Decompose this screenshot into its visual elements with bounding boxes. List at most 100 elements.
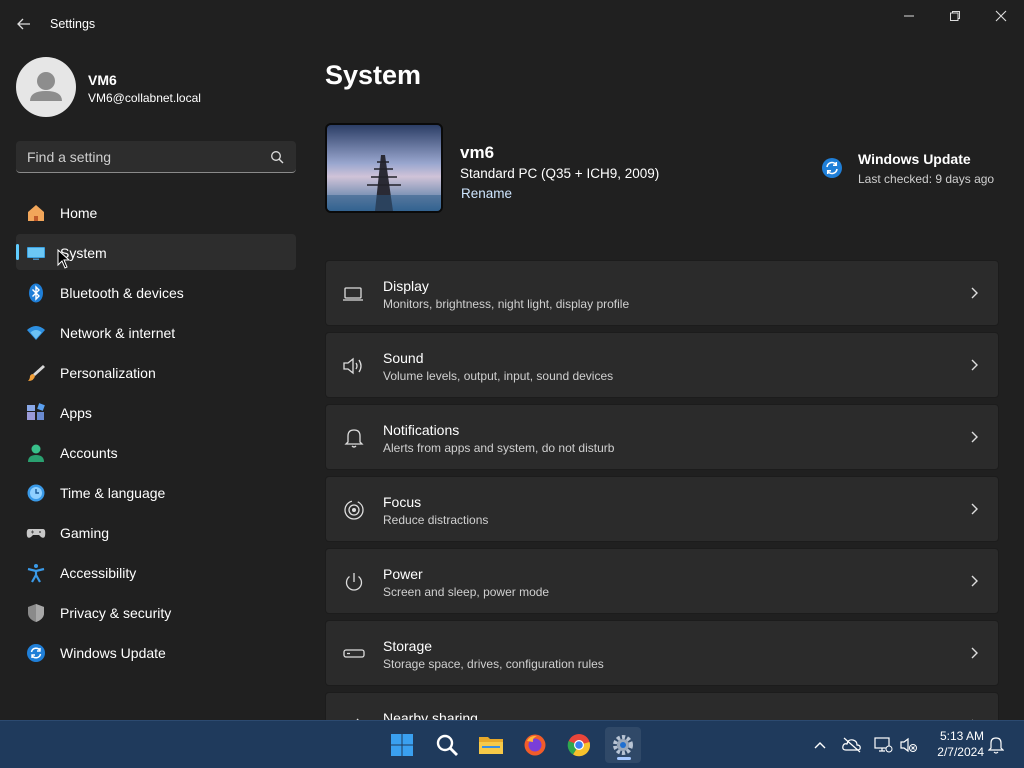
windows-update-status: Last checked: 9 days ago bbox=[858, 172, 995, 186]
bluetooth-icon bbox=[29, 283, 43, 303]
sidebar-item-privacy-security[interactable]: Privacy & security bbox=[16, 594, 296, 630]
avatar[interactable] bbox=[16, 57, 76, 117]
notification-center-button[interactable] bbox=[986, 735, 1006, 755]
home-icon bbox=[28, 205, 44, 221]
device-wallpaper-thumbnail bbox=[325, 123, 443, 213]
sidebar-item-label: Accounts bbox=[60, 445, 118, 461]
card-focus[interactable]: Focus Reduce distractions bbox=[325, 476, 999, 542]
card-storage[interactable]: Storage Storage space, drives, configura… bbox=[325, 620, 999, 686]
chevron-up-icon bbox=[814, 742, 826, 749]
clock-time[interactable]: 5:13 AM bbox=[926, 729, 984, 743]
profile-email: VM6@collabnet.local bbox=[88, 91, 201, 105]
sidebar-item-gaming[interactable]: Gaming bbox=[16, 514, 296, 550]
device-model: Standard PC (Q35 + ICH9, 2009) bbox=[460, 166, 660, 181]
sidebar-item-accounts[interactable]: Accounts bbox=[16, 434, 296, 470]
sidebar-item-windows-update[interactable]: Windows Update bbox=[16, 634, 296, 670]
active-app-indicator bbox=[617, 757, 631, 760]
page-title: System bbox=[325, 60, 422, 90]
settings-icon bbox=[613, 735, 633, 755]
network-status[interactable] bbox=[873, 735, 893, 755]
volume-status[interactable] bbox=[899, 735, 919, 755]
accounts-icon bbox=[28, 444, 44, 462]
file-explorer-icon bbox=[479, 737, 503, 754]
sidebar-item-label: Apps bbox=[60, 405, 92, 421]
network-disconnected-icon bbox=[874, 737, 893, 753]
sidebar-item-personalization[interactable]: Personalization bbox=[16, 354, 296, 390]
display-icon bbox=[343, 287, 363, 301]
chrome-icon bbox=[567, 734, 591, 757]
card-nearby-sharing[interactable]: Nearby sharing bbox=[325, 692, 999, 720]
system-icon bbox=[27, 247, 45, 260]
sidebar-item-label: Privacy & security bbox=[60, 605, 172, 621]
brush-icon bbox=[28, 365, 45, 381]
wallpaper-image bbox=[327, 125, 441, 211]
card-sound[interactable]: Sound Volume levels, output, input, soun… bbox=[325, 332, 999, 398]
user-avatar-icon bbox=[30, 72, 62, 101]
rename-link[interactable]: Rename bbox=[461, 186, 512, 201]
sidebar-item-accessibility[interactable]: Accessibility bbox=[16, 554, 296, 590]
card-subtitle: Reduce distractions bbox=[383, 513, 489, 527]
start-button[interactable] bbox=[384, 727, 420, 763]
windows-update-icon[interactable] bbox=[821, 157, 843, 179]
card-display[interactable]: Display Monitors, brightness, night ligh… bbox=[325, 260, 999, 326]
profile-name: VM6 bbox=[88, 72, 117, 88]
card-notifications[interactable]: Notifications Alerts from apps and syste… bbox=[325, 404, 999, 470]
chevron-right-icon bbox=[971, 359, 978, 371]
onedrive-status[interactable] bbox=[842, 735, 862, 755]
windows-update-title[interactable]: Windows Update bbox=[858, 151, 971, 167]
card-power[interactable]: Power Screen and sleep, power mode bbox=[325, 548, 999, 614]
sidebar-item-time-language[interactable]: Time & language bbox=[16, 474, 296, 510]
app-title: Settings bbox=[50, 17, 96, 31]
search-icon[interactable] bbox=[270, 150, 284, 164]
sidebar-item-label: Bluetooth & devices bbox=[60, 285, 184, 301]
card-subtitle: Volume levels, output, input, sound devi… bbox=[383, 369, 614, 383]
network-icon bbox=[27, 326, 45, 340]
sidebar-item-label: Accessibility bbox=[60, 565, 137, 581]
clock-date[interactable]: 2/7/2024 bbox=[926, 745, 984, 759]
file-explorer-button[interactable] bbox=[473, 727, 509, 763]
minimize-button[interactable] bbox=[887, 4, 931, 28]
sidebar-item-apps[interactable]: Apps bbox=[16, 394, 296, 430]
close-button[interactable] bbox=[979, 4, 1023, 28]
sidebar-item-label: Personalization bbox=[60, 365, 156, 381]
search-input[interactable] bbox=[16, 141, 266, 172]
sidebar-item-bluetooth[interactable]: Bluetooth & devices bbox=[16, 274, 296, 310]
close-icon bbox=[995, 10, 1007, 22]
sidebar-item-label: Home bbox=[60, 205, 98, 221]
minimize-icon bbox=[904, 15, 914, 17]
sidebar-item-label: Network & internet bbox=[60, 325, 176, 341]
card-subtitle: Monitors, brightness, night light, displ… bbox=[383, 297, 630, 311]
chevron-right-icon bbox=[971, 431, 978, 443]
card-title: Focus bbox=[383, 494, 422, 510]
settings-window: Settings VM6 VM6@collabnet.local Home Sy bbox=[0, 0, 1024, 720]
system-settings-list: Display Monitors, brightness, night ligh… bbox=[325, 260, 999, 720]
card-title: Sound bbox=[383, 350, 424, 366]
firefox-button[interactable] bbox=[517, 727, 553, 763]
start-icon bbox=[391, 734, 413, 756]
sidebar-item-label: Time & language bbox=[60, 485, 166, 501]
card-subtitle: Storage space, drives, configuration rul… bbox=[383, 657, 604, 671]
accessibility-icon bbox=[27, 564, 45, 583]
title-bar: Settings bbox=[0, 0, 1024, 48]
card-title: Notifications bbox=[383, 422, 460, 438]
search-icon bbox=[436, 734, 458, 756]
settings-taskbar-button[interactable] bbox=[605, 727, 641, 763]
firefox-icon bbox=[524, 734, 546, 756]
sidebar-item-network[interactable]: Network & internet bbox=[16, 314, 296, 350]
taskbar-search-button[interactable] bbox=[429, 727, 465, 763]
sidebar-item-home[interactable]: Home bbox=[16, 194, 296, 230]
sidebar-item-label: Gaming bbox=[60, 525, 110, 541]
focus-icon bbox=[344, 500, 364, 520]
card-title: Power bbox=[383, 566, 423, 582]
chrome-button[interactable] bbox=[561, 727, 597, 763]
gaming-icon bbox=[26, 529, 46, 538]
back-button[interactable] bbox=[12, 12, 36, 36]
search-box[interactable] bbox=[16, 141, 296, 173]
restore-button[interactable] bbox=[933, 4, 977, 28]
cloud-off-icon bbox=[842, 737, 861, 753]
card-title: Display bbox=[383, 278, 429, 294]
notification-bell-icon bbox=[988, 737, 1004, 754]
volume-muted-icon bbox=[900, 737, 917, 753]
windows-update-icon bbox=[27, 644, 45, 662]
show-hidden-icons-button[interactable] bbox=[810, 735, 830, 755]
